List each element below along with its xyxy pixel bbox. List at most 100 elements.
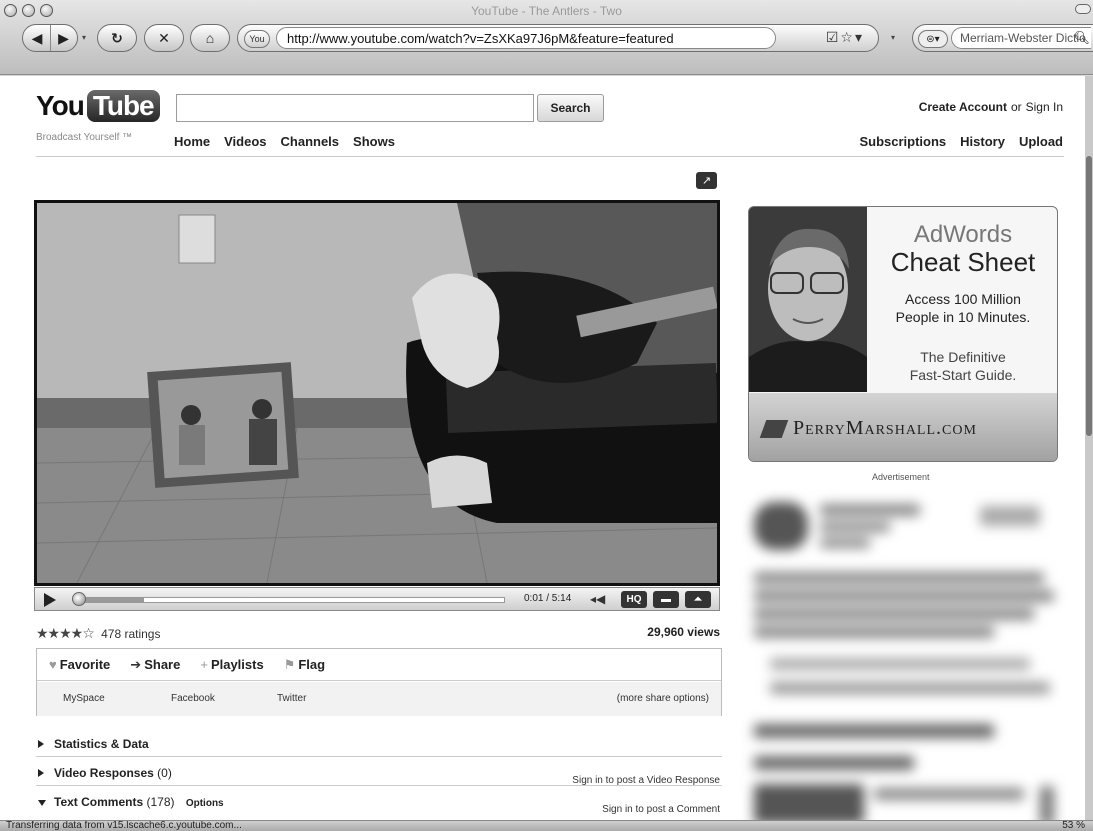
home-button[interactable]: ⌂ <box>190 24 230 52</box>
hq-button[interactable]: HQ <box>621 591 647 608</box>
logo-you-text: You <box>36 90 85 121</box>
back-arrow-icon: ◀ <box>31 29 43 46</box>
ad-subtext: Access 100 Million People in 10 Minutes. <box>869 290 1057 326</box>
ad-site-name: PerryMarshall.com <box>793 417 977 439</box>
more-share-options-link[interactable]: (more share options) <box>617 693 709 704</box>
browser-search-input[interactable]: Merriam-Webster Dictio <box>951 27 1091 49</box>
collapse-triangle-icon <box>38 800 46 806</box>
search-input[interactable] <box>176 94 534 122</box>
statistics-section[interactable]: Statistics & Data <box>36 731 722 757</box>
video-responses-count: (0) <box>157 766 172 780</box>
comments-options-link[interactable]: Options <box>186 798 224 809</box>
share-twitter-link[interactable]: Twitter <box>277 693 306 704</box>
fullscreen-icon[interactable]: ⏶ <box>685 591 711 608</box>
volume-icon[interactable]: ◂◀︎ <box>590 592 605 606</box>
sign-in-link[interactable]: Sign In <box>1026 100 1063 114</box>
statistics-title: Statistics & Data <box>54 737 149 751</box>
subscriptions-link[interactable]: Subscriptions <box>859 134 946 149</box>
star-rating[interactable]: ★★★★☆ <box>36 625 95 641</box>
ad-headline: Cheat Sheet <box>890 247 1036 277</box>
bookmarks-dropdown-icon[interactable]: ▾ <box>891 33 895 42</box>
toolbar-toggle-button[interactable] <box>1075 4 1091 14</box>
nav-home[interactable]: Home <box>174 134 210 149</box>
magnifier-icon[interactable]: 🔍︎ <box>1073 30 1090 46</box>
stop-button[interactable]: ✕ <box>144 24 184 52</box>
logo-tube-text: Tube <box>86 90 160 122</box>
perry-marshall-logo-icon <box>759 420 789 438</box>
play-icon[interactable] <box>44 593 56 607</box>
search-engine-selector-icon[interactable]: ⊜▾ <box>918 30 948 48</box>
widescreen-icon[interactable]: ▬ <box>653 591 679 608</box>
plus-icon: + <box>200 657 208 672</box>
stop-icon: ✕ <box>158 29 170 46</box>
ad-brand: AdWords <box>913 221 1013 248</box>
playlists-label: Playlists <box>210 657 264 672</box>
flag-label: Flag <box>298 656 326 672</box>
youtube-logo[interactable]: You Tube <box>36 90 160 122</box>
rating-row: ★★★★☆ 478 ratings 29,960 views <box>36 625 722 641</box>
status-bar: Transferring data from v15.lscache6.c.yo… <box>0 820 1093 831</box>
heart-icon: ♥ <box>49 657 57 672</box>
history-link[interactable]: History <box>960 134 1005 149</box>
header-divider <box>36 156 1064 157</box>
seek-handle[interactable] <box>72 592 86 606</box>
status-text: Transferring data from v15.lscache6.c.yo… <box>6 820 242 831</box>
playlists-button[interactable]: + Playlists <box>200 657 263 672</box>
video-responses-title: Video Responses <box>54 766 154 780</box>
player-controls: 0:01 / 5:14 ◂◀︎ HQ ▬ ⏶ <box>34 587 720 611</box>
advertisement-banner[interactable]: AdWords Cheat Sheet Access 100 Million P… <box>748 206 1058 462</box>
favorite-button[interactable]: ♥ Favorite <box>49 657 110 672</box>
share-facebook-link[interactable]: Facebook <box>171 693 215 704</box>
related-videos-blurred <box>740 486 1075 820</box>
user-nav: Subscriptions History Upload <box>859 134 1063 149</box>
ad-subtext-line-2: People in 10 Minutes. <box>895 309 1031 325</box>
upload-link[interactable]: Upload <box>1019 134 1063 149</box>
reload-button[interactable]: ↻ <box>97 24 137 52</box>
forward-arrow-icon: ▶ <box>58 29 69 46</box>
share-button[interactable]: ➔ Share <box>130 657 180 673</box>
share-myspace-link[interactable]: MySpace <box>63 693 105 704</box>
favorite-label: Favorite <box>59 657 111 672</box>
expand-triangle-icon <box>38 769 44 777</box>
rss-bookmark-icons[interactable]: ☑☆▾ <box>826 29 864 46</box>
time-display: 0:01 / 5:14 <box>524 593 572 604</box>
web-page: You Tube Broadcast Yourself ™ Search Home… <box>0 76 1085 820</box>
window-title: YouTube - The Antlers - Two <box>471 4 622 18</box>
popout-icon[interactable]: ↗ <box>696 172 717 189</box>
text-comments-section[interactable]: Text Comments (178) Options Sign in to p… <box>36 789 722 815</box>
ad-footer: PerryMarshall.com <box>749 393 1057 461</box>
text-comments-count: (178) <box>146 795 175 809</box>
nav-videos[interactable]: Videos <box>224 134 266 149</box>
expand-triangle-icon <box>38 740 44 748</box>
vertical-scrollbar[interactable] <box>1085 76 1093 820</box>
ad-subtext-2: The Definitive Fast-Start Guide. <box>869 348 1057 384</box>
status-progress: 53 % <box>1062 820 1085 831</box>
ad-subtext-line-4: Fast-Start Guide. <box>909 367 1017 383</box>
scrollbar-thumb[interactable] <box>1086 156 1092 436</box>
forward-button[interactable]: ▶ <box>50 25 76 51</box>
reload-icon: ↻ <box>111 29 123 46</box>
nav-shows[interactable]: Shows <box>353 134 395 149</box>
ratings-count: 478 ratings <box>101 627 161 641</box>
search-button[interactable]: Search <box>537 94 604 122</box>
nav-channels[interactable]: Channels <box>281 134 340 149</box>
share-options: MySpace Facebook Twitter (more share opt… <box>37 682 721 716</box>
action-panel: ♥ Favorite ➔ Share + Playlists ⚑ Flag MySpac… <box>36 648 722 716</box>
video-frame <box>37 203 717 583</box>
ad-copy: AdWords Cheat Sheet Access 100 Million P… <box>869 221 1057 384</box>
post-comment-link[interactable]: Sign in to post a Comment <box>602 797 720 820</box>
back-button[interactable]: ◀ <box>24 25 50 51</box>
site-favicon-icon[interactable]: You <box>244 30 270 48</box>
back-forward-buttons: ◀ ▶ <box>22 24 78 52</box>
video-responses-section[interactable]: Video Responses (0) Sign in to post a Vi… <box>36 760 722 786</box>
or-text: or <box>1010 100 1022 114</box>
ad-subtext-line-1: Access 100 Million <box>905 291 1021 307</box>
browser-toolbar: YouTube - The Antlers - Two ◀ ▶ ▾ ↻ ✕ ⌂ … <box>0 0 1093 75</box>
url-input[interactable]: http://www.youtube.com/watch?v=ZsXKa97J6… <box>276 27 776 49</box>
seek-bar[interactable] <box>75 597 505 603</box>
flag-icon: ⚑ <box>283 656 296 672</box>
create-account-link[interactable]: Create Account <box>919 100 1007 114</box>
flag-button[interactable]: ⚑ Flag <box>284 657 325 673</box>
video-player[interactable] <box>34 200 720 586</box>
history-dropdown-icon[interactable]: ▾ <box>82 33 86 42</box>
